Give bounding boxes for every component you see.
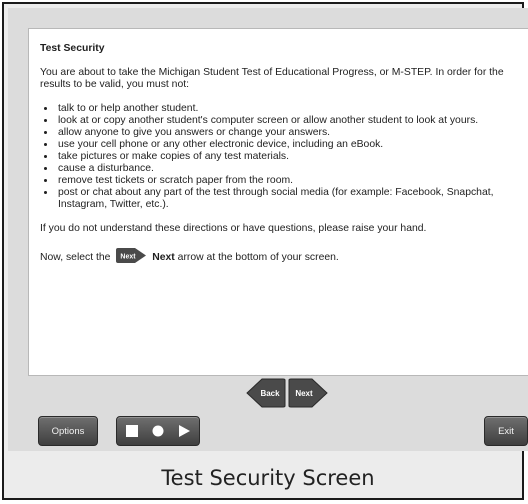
- exit-button[interactable]: Exit: [484, 416, 528, 446]
- instruction-text: Now, select the Next Next arrow at the b…: [40, 247, 520, 264]
- next-arrow-icon: Next: [115, 247, 147, 264]
- stop-icon[interactable]: [125, 424, 139, 438]
- outer-frame: Test Security You are about to take the …: [2, 2, 528, 500]
- back-button[interactable]: Back: [246, 378, 286, 413]
- list-item: cause a disturbance.: [56, 163, 520, 175]
- content-panel: Test Security You are about to take the …: [28, 28, 528, 376]
- media-controls: [116, 416, 200, 446]
- next-button-label: Next: [295, 389, 313, 398]
- play-icon[interactable]: [177, 424, 191, 438]
- instruction-suffix: arrow at the bottom of your screen.: [177, 252, 339, 263]
- record-icon[interactable]: [151, 424, 165, 438]
- screen-caption: Test Security Screen: [161, 466, 375, 490]
- list-item: allow anyone to give you answers or chan…: [56, 127, 520, 139]
- options-button[interactable]: Options: [38, 416, 98, 446]
- navigation-arrows: Back Next: [246, 378, 328, 408]
- page-title: Test Security: [40, 43, 105, 54]
- test-app-window: Test Security You are about to take the …: [8, 8, 528, 451]
- list-item: remove test tickets or scratch paper fro…: [56, 175, 520, 187]
- list-item: use your cell phone or any other electro…: [56, 139, 520, 151]
- list-item: talk to or help another student.: [56, 103, 520, 115]
- rules-list: talk to or help another student. look at…: [40, 103, 520, 211]
- intro-text: You are about to take the Michigan Stude…: [40, 67, 504, 90]
- bottom-toolbar: Options Exit: [28, 416, 528, 448]
- back-button-label: Back: [260, 389, 280, 398]
- list-item: post or chat about any part of the test …: [56, 187, 520, 211]
- instruction-bold: Next: [152, 252, 175, 263]
- list-item: take pictures or make copies of any test…: [56, 151, 520, 163]
- next-button[interactable]: Next: [288, 378, 328, 413]
- list-item: look at or copy another student's comput…: [56, 115, 520, 127]
- next-icon-label: Next: [121, 254, 137, 261]
- help-text: If you do not understand these direction…: [40, 223, 427, 234]
- instruction-prefix: Now, select the: [40, 252, 111, 263]
